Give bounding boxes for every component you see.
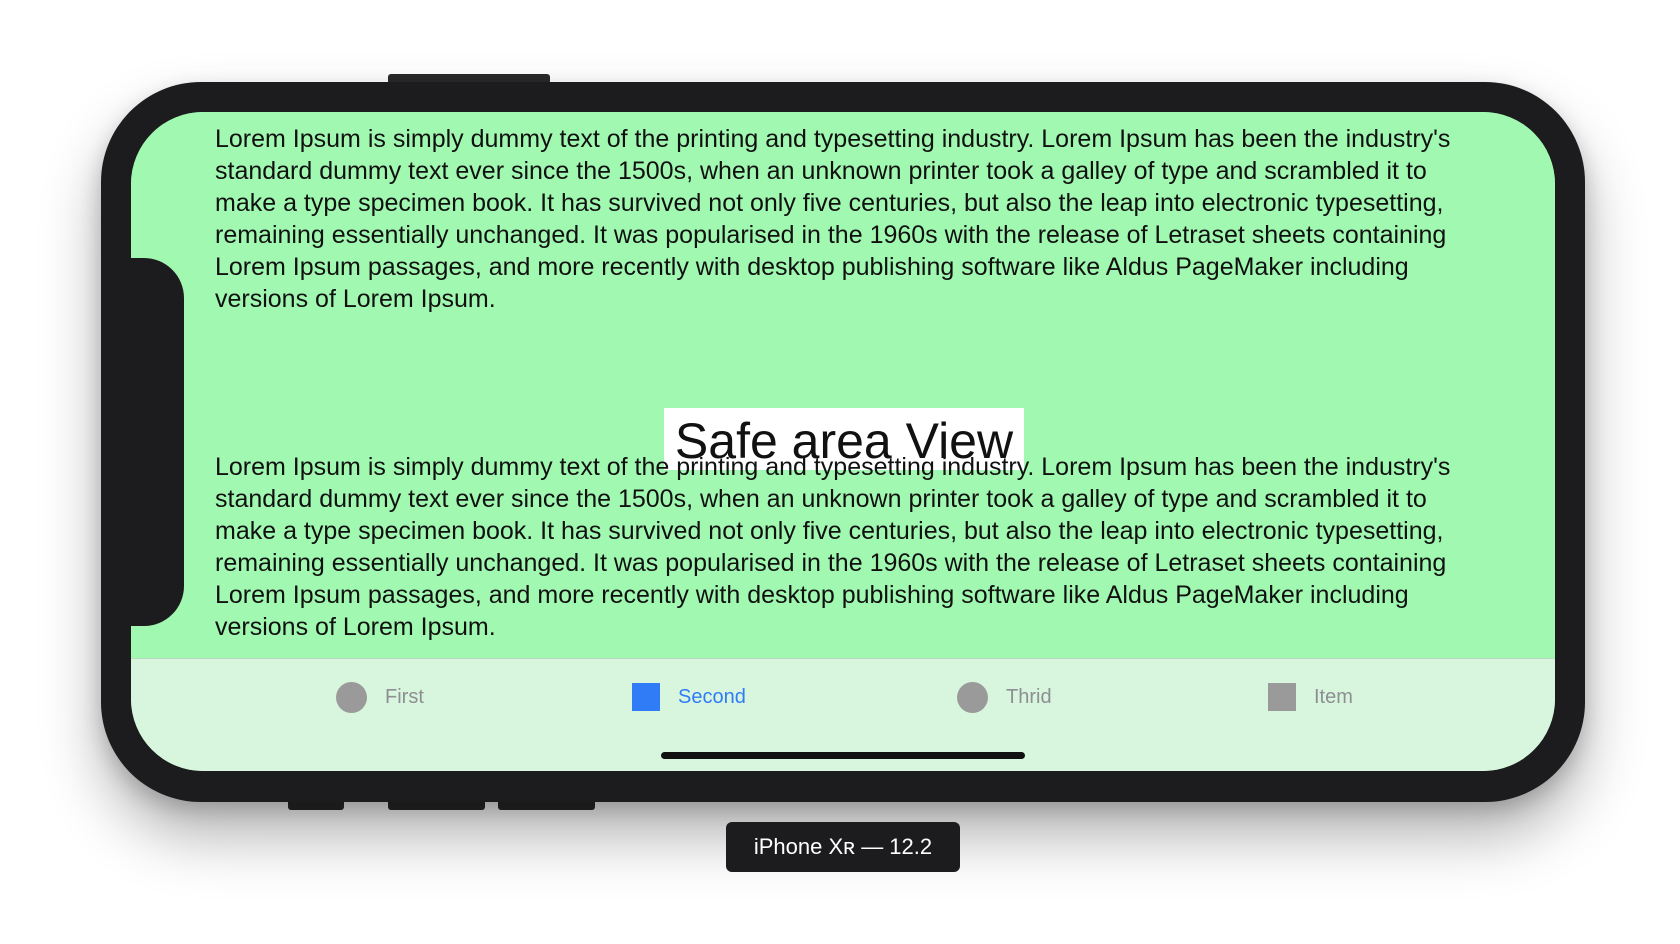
circle-icon	[336, 681, 367, 713]
tab-second[interactable]: Second	[632, 681, 746, 713]
sensor-notch	[131, 258, 184, 626]
safe-area-content: Lorem Ipsum is simply dummy text of the …	[131, 112, 1555, 658]
circle-icon	[957, 681, 988, 713]
device-model-label: iPhone Xʀ — 12.2	[726, 822, 960, 872]
tab-label-first: First	[385, 685, 424, 708]
tab-thrid[interactable]: Thrid	[957, 681, 1052, 713]
lorem-paragraph-top: Lorem Ipsum is simply dummy text of the …	[215, 125, 1451, 313]
tab-label-item: Item	[1314, 685, 1353, 708]
device-screen: Lorem Ipsum is simply dummy text of the …	[131, 112, 1555, 771]
tab-bar: First Second Thrid Item	[131, 658, 1555, 771]
device-frame: Lorem Ipsum is simply dummy text of the …	[101, 82, 1585, 802]
lorem-paragraph-bottom: Lorem Ipsum is simply dummy text of the …	[215, 453, 1451, 641]
tab-label-second: Second	[678, 685, 746, 708]
square-icon	[1268, 683, 1296, 711]
tab-item[interactable]: Item	[1268, 681, 1353, 713]
simulator-stage: Lorem Ipsum is simply dummy text of the …	[0, 0, 1680, 944]
tab-first[interactable]: First	[336, 681, 424, 713]
tab-label-thrid: Thrid	[1006, 685, 1052, 708]
square-icon	[632, 683, 660, 711]
home-indicator[interactable]	[661, 752, 1025, 759]
